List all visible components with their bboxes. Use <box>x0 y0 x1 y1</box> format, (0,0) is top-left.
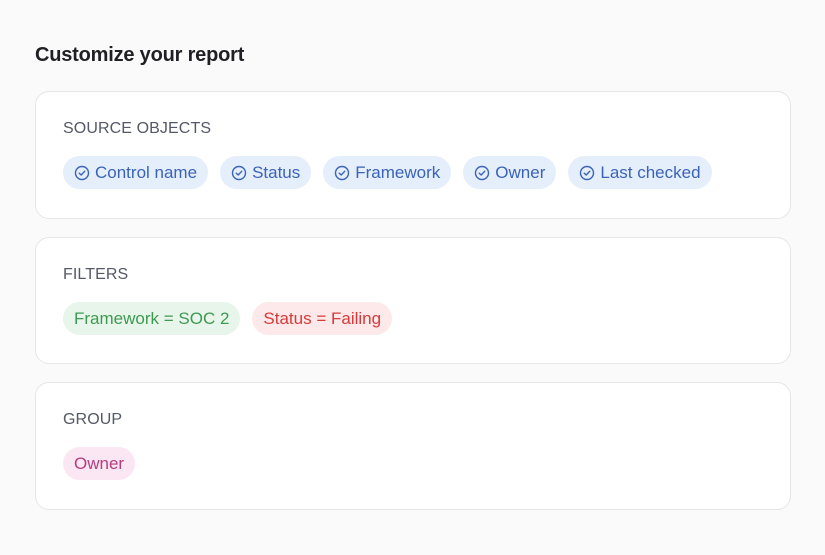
source-object-status[interactable]: Status <box>220 156 312 189</box>
group-list: Owner <box>63 447 136 480</box>
source-object-owner[interactable]: Owner <box>463 156 557 189</box>
source-object-last-checked[interactable]: Last checked <box>568 156 712 189</box>
source-object-control-name[interactable]: Control name <box>63 156 209 189</box>
source-objects-label: SOURCE OBJECTS <box>63 120 212 137</box>
check-circle-icon <box>579 165 595 181</box>
chip-label: Status <box>252 162 301 182</box>
check-circle-icon <box>231 165 247 181</box>
report-customizer: Customize your report SOURCE OBJECTS Con… <box>0 0 825 555</box>
chip-label: Last checked <box>600 162 701 182</box>
check-circle-icon <box>334 165 350 181</box>
group-owner[interactable]: Owner <box>63 447 136 480</box>
filters-card: FILTERS Framework = SOC 2 Status = Faili… <box>35 237 791 364</box>
chip-label: Control name <box>95 162 198 182</box>
chip-label: Owner <box>495 162 546 182</box>
page-title: Customize your report <box>35 44 245 66</box>
filters-list: Framework = SOC 2 Status = Failing <box>63 302 393 335</box>
check-circle-icon <box>74 165 90 181</box>
filter-status-failing[interactable]: Status = Failing <box>252 302 393 335</box>
group-card: GROUP Owner <box>35 382 791 510</box>
chip-label: Framework <box>355 162 441 182</box>
group-label: GROUP <box>63 411 123 428</box>
source-objects-card: SOURCE OBJECTS Control name Status Frame… <box>35 91 791 219</box>
source-object-framework[interactable]: Framework <box>323 156 452 189</box>
check-circle-icon <box>474 165 490 181</box>
filters-label: FILTERS <box>63 266 129 283</box>
filter-framework-soc2[interactable]: Framework = SOC 2 <box>63 302 241 335</box>
source-objects-list: Control name Status Framework Owner Last… <box>63 156 712 189</box>
